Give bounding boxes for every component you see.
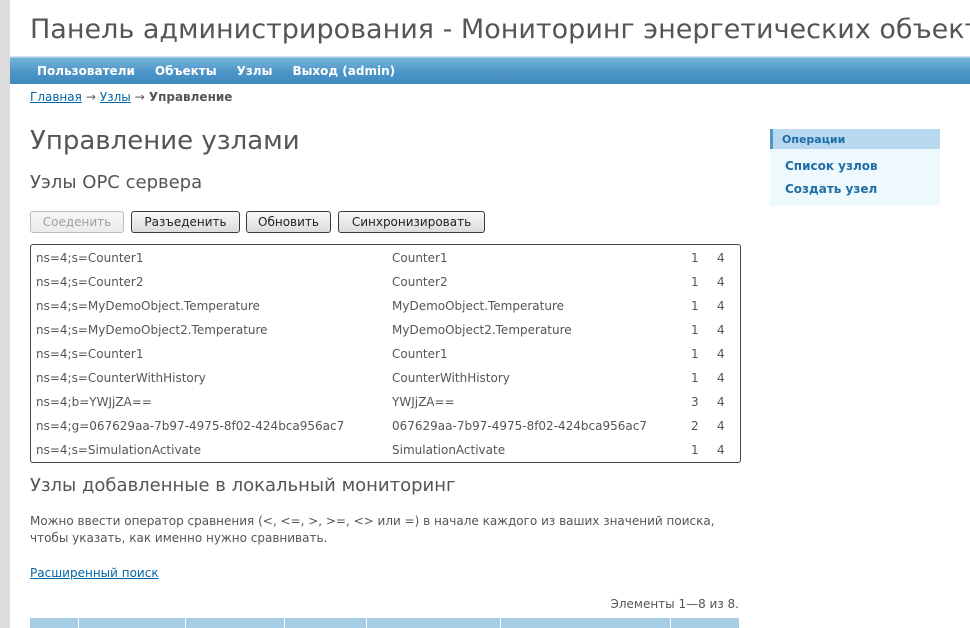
node-name: Counter1 bbox=[392, 251, 448, 265]
grid-header bbox=[30, 618, 739, 628]
node-id: ns=4;b=YWJjZA== bbox=[36, 395, 152, 409]
node-name: 067629aa-7b97-4975-8f02-424bca956ac7 bbox=[392, 419, 647, 433]
refresh-button[interactable]: Обновить bbox=[246, 211, 331, 233]
sidebar-item-node-list[interactable]: Список узлов bbox=[785, 159, 878, 182]
header: Панель администрирования - Мониторинг эн… bbox=[10, 0, 970, 57]
menu-item-users[interactable]: Пользователи bbox=[27, 58, 145, 84]
grid-header-divider bbox=[284, 618, 285, 628]
node-id: ns=4;g=067629aa-7b97-4975-8f02-424bca956… bbox=[36, 419, 345, 433]
operations-title: Операции bbox=[770, 129, 940, 149]
list-item[interactable]: ns=4;s=Counter2 Counter2 1 4 bbox=[31, 270, 740, 294]
node-name: MyDemoObject2.Temperature bbox=[392, 323, 572, 337]
menu-item-logout[interactable]: Выход (admin) bbox=[282, 58, 405, 84]
opc-node-list[interactable]: ns=4;s=Counter1 Counter1 1 4 ns=4;s=Coun… bbox=[30, 244, 741, 463]
node-type: 2 bbox=[691, 419, 699, 433]
node-namespace: 4 bbox=[717, 275, 725, 289]
list-item[interactable]: ns=4;g=067629aa-7b97-4975-8f02-424bca956… bbox=[31, 414, 740, 438]
breadcrumb-current: Управление bbox=[148, 90, 233, 104]
node-type: 1 bbox=[691, 251, 699, 265]
page-title: Управление узлами bbox=[30, 126, 300, 156]
node-namespace: 4 bbox=[717, 347, 725, 361]
node-namespace: 4 bbox=[717, 323, 725, 337]
node-type: 1 bbox=[691, 275, 699, 289]
list-item[interactable]: ns=4;b=YWJjZA== YWJjZA== 3 4 bbox=[31, 390, 740, 414]
node-type: 1 bbox=[691, 443, 699, 457]
node-id: ns=4;s=MyDemoObject2.Temperature bbox=[36, 323, 268, 337]
grid-header-divider bbox=[670, 618, 671, 628]
breadcrumb-nodes-link[interactable]: Узлы bbox=[100, 90, 131, 104]
node-id: ns=4;s=MyDemoObject.Temperature bbox=[36, 299, 260, 313]
list-item[interactable]: ns=4;s=CounterWithHistory CounterWithHis… bbox=[31, 366, 740, 390]
node-namespace: 4 bbox=[717, 299, 725, 313]
node-id: ns=4;s=Counter2 bbox=[36, 275, 144, 289]
grid-header-divider bbox=[500, 618, 501, 628]
list-item[interactable]: ns=4;s=MyDemoObject2.Temperature MyDemoO… bbox=[31, 318, 740, 342]
disconnect-button[interactable]: Разъеденить bbox=[131, 211, 240, 233]
node-name: Counter2 bbox=[392, 275, 448, 289]
node-type: 1 bbox=[691, 371, 699, 385]
node-name: SimulationActivate bbox=[392, 443, 506, 457]
breadcrumb-separator: → bbox=[85, 90, 96, 104]
page: Панель администрирования - Мониторинг эн… bbox=[10, 0, 970, 628]
node-name: MyDemoObject.Temperature bbox=[392, 299, 565, 313]
sidebar-item-create-node[interactable]: Создать узел bbox=[785, 182, 878, 205]
list-item[interactable]: ns=4;s=MyDemoObject.Temperature MyDemoOb… bbox=[31, 294, 740, 318]
window-frame bbox=[0, 0, 10, 628]
local-section-title: Узлы добавленные в локальный мониторинг bbox=[30, 475, 456, 496]
list-item[interactable]: ns=4;s=Counter1 Counter1 1 4 bbox=[31, 342, 740, 366]
node-namespace: 4 bbox=[717, 419, 725, 433]
search-hint: Можно ввести оператор сравнения (<, <=, … bbox=[30, 514, 715, 545]
grid-header-divider bbox=[366, 618, 367, 628]
grid-header-divider bbox=[185, 618, 186, 628]
grid-summary: Элементы 1—8 из 8. bbox=[610, 597, 739, 611]
advanced-search-link[interactable]: Расширенный поиск bbox=[30, 566, 159, 580]
menu-item-objects[interactable]: Объекты bbox=[145, 58, 227, 84]
node-type: 1 bbox=[691, 299, 699, 313]
node-type: 1 bbox=[691, 323, 699, 337]
node-id: ns=4;s=Counter1 bbox=[36, 251, 144, 265]
breadcrumb: Главная → Узлы → Управление bbox=[30, 90, 232, 104]
app-title: Панель администрирования - Мониторинг эн… bbox=[30, 14, 970, 45]
node-namespace: 4 bbox=[717, 443, 725, 457]
breadcrumb-separator: → bbox=[134, 90, 145, 104]
list-item[interactable]: ns=4;s=SimulationActivate SimulationActi… bbox=[31, 438, 740, 462]
node-namespace: 4 bbox=[717, 251, 725, 265]
node-type: 1 bbox=[691, 347, 699, 361]
opc-section-title: Уэлы OPC сервера bbox=[30, 172, 203, 193]
node-id: ns=4;s=SimulationActivate bbox=[36, 443, 201, 457]
node-name: Counter1 bbox=[392, 347, 448, 361]
menu-item-nodes[interactable]: Узлы bbox=[227, 58, 283, 84]
node-namespace: 4 bbox=[717, 395, 725, 409]
connect-button[interactable]: Соеденить bbox=[30, 211, 124, 233]
node-id: ns=4;s=Counter1 bbox=[36, 347, 144, 361]
node-name: CounterWithHistory bbox=[392, 371, 510, 385]
operations-portlet: Операции Список узлов Создать узел bbox=[770, 129, 940, 206]
sync-button[interactable]: Синхронизировать bbox=[338, 211, 485, 233]
grid-header-divider bbox=[78, 618, 79, 628]
list-item[interactable]: ns=4;s=Counter1 Counter1 1 4 bbox=[31, 246, 740, 270]
node-name: YWJjZA== bbox=[392, 395, 455, 409]
node-id: ns=4;s=CounterWithHistory bbox=[36, 371, 206, 385]
breadcrumb-home-link[interactable]: Главная bbox=[30, 90, 82, 104]
node-type: 3 bbox=[691, 395, 699, 409]
node-namespace: 4 bbox=[717, 371, 725, 385]
main-menu: Пользователи Объекты Узлы Выход (admin) bbox=[10, 57, 970, 84]
